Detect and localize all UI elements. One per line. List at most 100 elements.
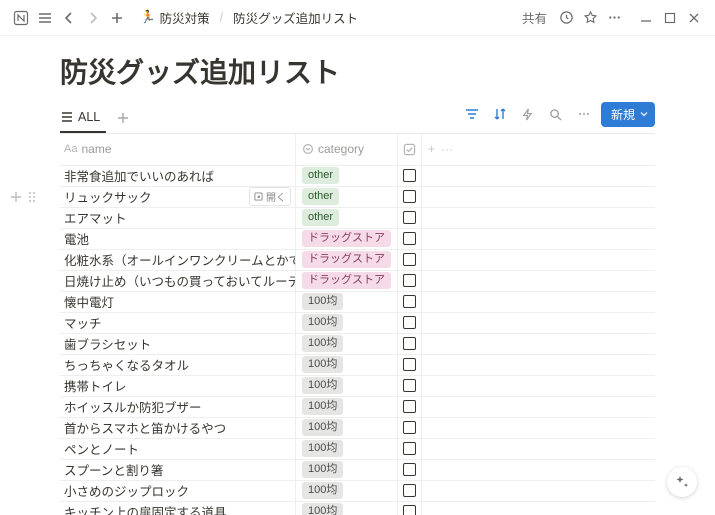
table-row[interactable]: 化粧水系（オールインワンクリームとかでも） ドラッグストア — [60, 250, 655, 271]
row-name[interactable]: キッチン上の扉固定する道具 — [64, 502, 227, 515]
row-name[interactable]: スプーンと割り箸 — [64, 460, 163, 479]
row-name[interactable]: ちっちゃくなるタオル — [64, 355, 189, 374]
table-row[interactable]: キッチン上の扉固定する道具 100均 — [60, 502, 655, 515]
columns-more-button[interactable]: ··· — [441, 142, 453, 156]
lightning-icon[interactable] — [517, 103, 539, 125]
row-name[interactable]: ペンとノート — [64, 439, 139, 458]
filter-icon[interactable] — [461, 103, 483, 125]
table-row[interactable]: 小さめのジップロック 100均 — [60, 481, 655, 502]
table-row[interactable]: 日焼け止め（いつもの買っておいてルーティン） ドラッグストア — [60, 271, 655, 292]
row-name[interactable]: 小さめのジップロック — [64, 481, 189, 500]
table-row[interactable]: ホイッスルか防犯ブザー 100均 — [60, 397, 655, 418]
sort-icon[interactable] — [489, 103, 511, 125]
table-row[interactable]: リュックサック 開く other — [60, 187, 655, 208]
category-tag[interactable]: 100均 — [302, 482, 343, 499]
new-page-button[interactable] — [106, 7, 128, 29]
page-title[interactable]: 防災グッズ追加リスト — [60, 56, 655, 90]
row-checkbox[interactable] — [403, 379, 416, 392]
category-tag[interactable]: 100均 — [302, 314, 343, 331]
row-checkbox[interactable] — [403, 337, 416, 350]
table-row[interactable]: 非常食追加でいいのあれば other — [60, 166, 655, 187]
row-checkbox[interactable] — [403, 484, 416, 497]
new-button[interactable]: 新規 — [601, 102, 655, 127]
row-name[interactable]: 携帯トイレ — [64, 376, 127, 395]
row-checkbox[interactable] — [403, 400, 416, 413]
category-tag[interactable]: 100均 — [302, 419, 343, 436]
maximize-button[interactable] — [659, 7, 681, 29]
table-row[interactable]: スプーンと割り箸 100均 — [60, 460, 655, 481]
row-name[interactable]: 歯ブラシセット — [64, 334, 151, 353]
table-row[interactable]: 歯ブラシセット 100均 — [60, 334, 655, 355]
category-tag[interactable]: other — [302, 188, 339, 205]
drag-handle-icon[interactable] — [24, 189, 40, 205]
table-row[interactable]: ペンとノート 100均 — [60, 439, 655, 460]
minimize-button[interactable] — [635, 7, 657, 29]
table-row[interactable]: エアマット other — [60, 208, 655, 229]
category-tag[interactable]: 100均 — [302, 398, 343, 415]
row-name[interactable]: リュックサック — [64, 187, 152, 206]
back-button[interactable] — [58, 7, 80, 29]
row-name[interactable]: マッチ — [64, 313, 102, 332]
category-tag[interactable]: 100均 — [302, 335, 343, 352]
table-row[interactable]: 首からスマホと笛かけるやつ 100均 — [60, 418, 655, 439]
row-name[interactable]: 懐中電灯 — [64, 292, 114, 311]
breadcrumb-item-parent[interactable]: 🏃 防災対策 — [136, 6, 214, 29]
row-name[interactable]: 首からスマホと笛かけるやつ — [64, 418, 226, 437]
row-checkbox[interactable] — [403, 316, 416, 329]
hamburger-icon[interactable] — [34, 7, 56, 29]
row-checkbox[interactable] — [403, 295, 416, 308]
category-tag[interactable]: 100均 — [302, 377, 343, 394]
category-tag[interactable]: 100均 — [302, 356, 343, 373]
row-name[interactable]: 非常食追加でいいのあれば — [64, 166, 214, 185]
tab-all[interactable]: ALL — [60, 104, 106, 133]
table-row[interactable]: マッチ 100均 — [60, 313, 655, 334]
star-icon[interactable] — [579, 7, 601, 29]
open-row-button[interactable]: 開く — [249, 187, 291, 206]
category-tag[interactable]: other — [302, 167, 339, 184]
row-checkbox[interactable] — [403, 232, 416, 245]
app-logo[interactable] — [10, 7, 32, 29]
add-row-button[interactable] — [8, 189, 24, 205]
row-checkbox[interactable] — [403, 421, 416, 434]
category-tag[interactable]: 100均 — [302, 440, 343, 457]
clock-icon[interactable] — [555, 7, 577, 29]
share-button[interactable]: 共有 — [516, 6, 553, 29]
breadcrumb-item-current[interactable]: 防災グッズ追加リスト — [229, 6, 362, 29]
row-checkbox[interactable] — [403, 442, 416, 455]
more-icon[interactable] — [603, 7, 625, 29]
close-button[interactable] — [683, 7, 705, 29]
row-checkbox[interactable] — [403, 190, 416, 203]
category-tag[interactable]: ドラッグストア — [302, 251, 391, 268]
table-row[interactable]: 懐中電灯 100均 — [60, 292, 655, 313]
row-checkbox[interactable] — [403, 253, 416, 266]
row-checkbox[interactable] — [403, 211, 416, 224]
forward-button[interactable] — [82, 7, 104, 29]
row-checkbox[interactable] — [403, 169, 416, 182]
category-tag[interactable]: 100均 — [302, 503, 343, 515]
row-checkbox[interactable] — [403, 505, 416, 515]
row-name[interactable]: 電池 — [64, 229, 89, 248]
row-name[interactable]: ホイッスルか防犯ブザー — [64, 397, 202, 416]
category-tag[interactable]: other — [302, 209, 339, 226]
table-row[interactable]: ちっちゃくなるタオル 100均 — [60, 355, 655, 376]
column-header-category[interactable]: category — [296, 134, 398, 165]
column-header-checkbox[interactable] — [398, 134, 422, 165]
search-icon[interactable] — [545, 103, 567, 125]
row-checkbox[interactable] — [403, 274, 416, 287]
row-checkbox[interactable] — [403, 358, 416, 371]
table-row[interactable]: 電池 ドラッグストア — [60, 229, 655, 250]
category-tag[interactable]: 100均 — [302, 293, 343, 310]
category-tag[interactable]: ドラッグストア — [302, 272, 391, 289]
add-column-button[interactable]: + — [428, 142, 435, 156]
add-view-button[interactable] — [112, 107, 134, 129]
ai-fab-button[interactable] — [667, 467, 697, 497]
row-name[interactable]: エアマット — [64, 208, 127, 227]
row-name[interactable]: 化粧水系（オールインワンクリームとかでも） — [64, 250, 296, 269]
column-header-name[interactable]: Aa name — [60, 134, 296, 165]
category-tag[interactable]: ドラッグストア — [302, 230, 391, 247]
row-name[interactable]: 日焼け止め（いつもの買っておいてルーティン） — [64, 271, 296, 290]
table-more-icon[interactable] — [573, 103, 595, 125]
category-tag[interactable]: 100均 — [302, 461, 343, 478]
row-checkbox[interactable] — [403, 463, 416, 476]
table-row[interactable]: 携帯トイレ 100均 — [60, 376, 655, 397]
